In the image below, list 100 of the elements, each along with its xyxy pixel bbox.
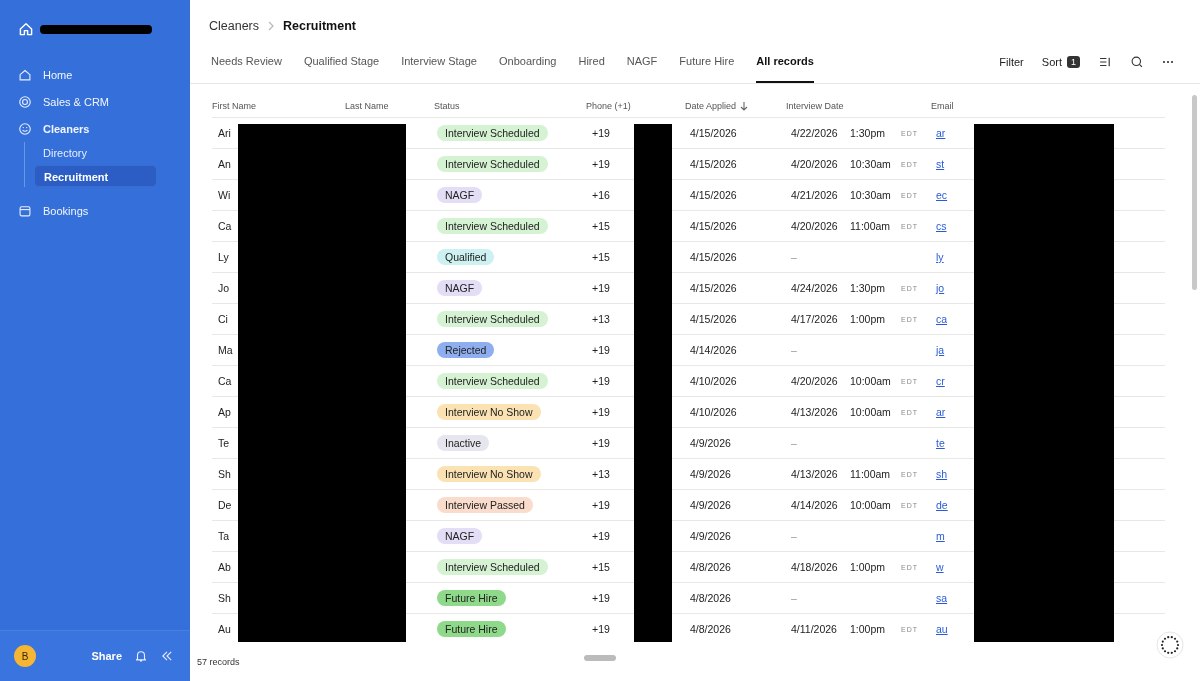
avatar[interactable]: B	[14, 645, 36, 667]
table-cell: 4/8/2026	[690, 561, 731, 573]
table-cell-text: 4/14/2026	[791, 499, 839, 511]
status-tag: NAGF	[437, 280, 483, 296]
email-link[interactable]: m	[936, 530, 945, 542]
table-cell: 4/9/2026	[690, 499, 731, 511]
status-tag: Interview Scheduled	[437, 125, 548, 141]
column-header[interactable]: Last Name	[345, 101, 389, 111]
email-link[interactable]: ec	[936, 189, 948, 201]
status-tag: Interview Scheduled	[437, 218, 548, 234]
status-tag: Interview Passed	[437, 497, 533, 513]
status-tag: NAGF	[437, 187, 483, 203]
sort-button[interactable]: Sort	[1041, 56, 1062, 68]
status-tag: Qualified	[437, 249, 495, 265]
table-cell: 4/15/2026	[690, 158, 737, 170]
table-cell-text: 4/13/2026	[791, 468, 839, 480]
table-cell-text: 4/20/2026	[791, 375, 839, 387]
share-button[interactable]: Share	[91, 650, 122, 662]
table-cell: 4/9/2026	[690, 530, 731, 542]
table-cell: An	[218, 158, 231, 170]
table-cell-text: 4/18/2026	[791, 561, 839, 573]
table-cell: +15	[592, 561, 610, 573]
table-cell: 4/14/2026	[690, 344, 737, 356]
sidebar-item[interactable]: Home	[0, 61, 190, 88]
email-link[interactable]: w	[936, 561, 944, 573]
table-cell: Ca	[218, 375, 232, 387]
table-cell: 4/15/2026	[690, 251, 737, 263]
table-cell: Au	[218, 623, 231, 635]
table-cell: –	[791, 592, 797, 604]
column-header[interactable]: Date Applied	[685, 101, 737, 111]
status-tag: Inactive	[437, 435, 490, 451]
sidebar-item[interactable]: Bookings	[0, 197, 190, 224]
filter-button[interactable]: Filter	[999, 56, 1024, 68]
table-cell: +19	[592, 592, 610, 604]
status-tag: Rejected	[437, 342, 495, 358]
email-link[interactable]: jo	[936, 282, 945, 294]
column-header[interactable]: Phone (+1)	[586, 101, 631, 111]
column-header[interactable]: First Name	[212, 101, 256, 111]
table-cell: +16	[592, 189, 610, 201]
table-cell-text: 11:00am	[850, 220, 892, 232]
status-tag: Interview No Show	[437, 404, 541, 420]
email-link[interactable]: au	[936, 623, 948, 635]
tab[interactable]: All records	[756, 41, 814, 83]
table-cell: Jo	[218, 282, 230, 294]
table-cell-text: 4/13/2026	[791, 406, 839, 418]
table-cell: +19	[592, 499, 610, 511]
column-header[interactable]: Email	[931, 101, 954, 111]
status-tag: NAGF	[437, 528, 483, 544]
tab[interactable]: Onboarding	[498, 41, 557, 83]
table-cell-text: 4/17/2026	[791, 313, 839, 325]
table-cell: Ab	[218, 561, 231, 573]
page-title: Recruitment	[283, 18, 356, 33]
table-cell: +19	[592, 375, 610, 387]
table-cell-text: 10:30am	[850, 158, 892, 170]
record-count: 57 records	[196, 657, 240, 667]
table-cell: 4/10/2026	[690, 406, 737, 418]
email-link[interactable]: de	[936, 499, 948, 511]
table-cell-text: 4/20/2026	[791, 220, 839, 232]
table-cell-text: 10:00am	[850, 406, 892, 418]
table-cell-text: 11:00am	[850, 468, 892, 480]
table-cell: +19	[592, 344, 610, 356]
email-link[interactable]: ly	[936, 251, 944, 263]
table-cell: 4/15/2026	[690, 189, 737, 201]
email-link[interactable]: te	[936, 437, 945, 449]
table-cell: –	[791, 530, 797, 542]
status-tag: Interview Scheduled	[437, 373, 548, 389]
email-link[interactable]: ar	[936, 127, 946, 139]
table-cell: Wi	[218, 189, 231, 201]
email-link[interactable]: cs	[936, 220, 947, 232]
column-header[interactable]: Status	[434, 101, 460, 111]
tab[interactable]: Needs Review	[211, 41, 282, 83]
email-link[interactable]: cr	[936, 375, 945, 387]
table-cell: Ca	[218, 220, 232, 232]
sidebar-item[interactable]: Sales & CRM	[0, 88, 190, 115]
tab[interactable]: Hired	[578, 41, 605, 83]
table-cell: 4/15/2026	[690, 220, 737, 232]
email-link[interactable]: sh	[936, 468, 948, 480]
sidebar-item[interactable]: Directory	[34, 142, 157, 164]
table-cell: Ari	[218, 127, 231, 139]
email-link[interactable]: st	[936, 158, 945, 170]
tab[interactable]: Future Hire	[679, 41, 735, 83]
column-header[interactable]: Interview Date	[786, 101, 844, 111]
table-cell-text: 1:00pm	[850, 561, 887, 573]
email-link[interactable]: ca	[936, 313, 948, 325]
table-cell-text: 1:30pm	[850, 127, 887, 139]
email-link[interactable]: sa	[936, 592, 948, 604]
email-link[interactable]: ar	[936, 406, 946, 418]
tab[interactable]: NAGF	[626, 41, 658, 83]
sidebar-item[interactable]: Cleaners	[0, 115, 190, 142]
table-cell: +19	[592, 282, 610, 294]
tab[interactable]: Interview Stage	[401, 41, 477, 83]
email-link[interactable]: ja	[936, 344, 945, 356]
table-cell: Ly	[218, 251, 229, 263]
sidebar-item[interactable]: Recruitment	[34, 165, 157, 187]
tab[interactable]: Qualified Stage	[303, 41, 380, 83]
table-cell-text: 4/24/2026	[791, 282, 839, 294]
table-cell: Te	[218, 437, 230, 449]
table-cell-text: 1:00pm	[850, 313, 887, 325]
breadcrumb-link[interactable]: Cleaners	[209, 18, 260, 33]
table-cell: Ma	[218, 344, 233, 356]
